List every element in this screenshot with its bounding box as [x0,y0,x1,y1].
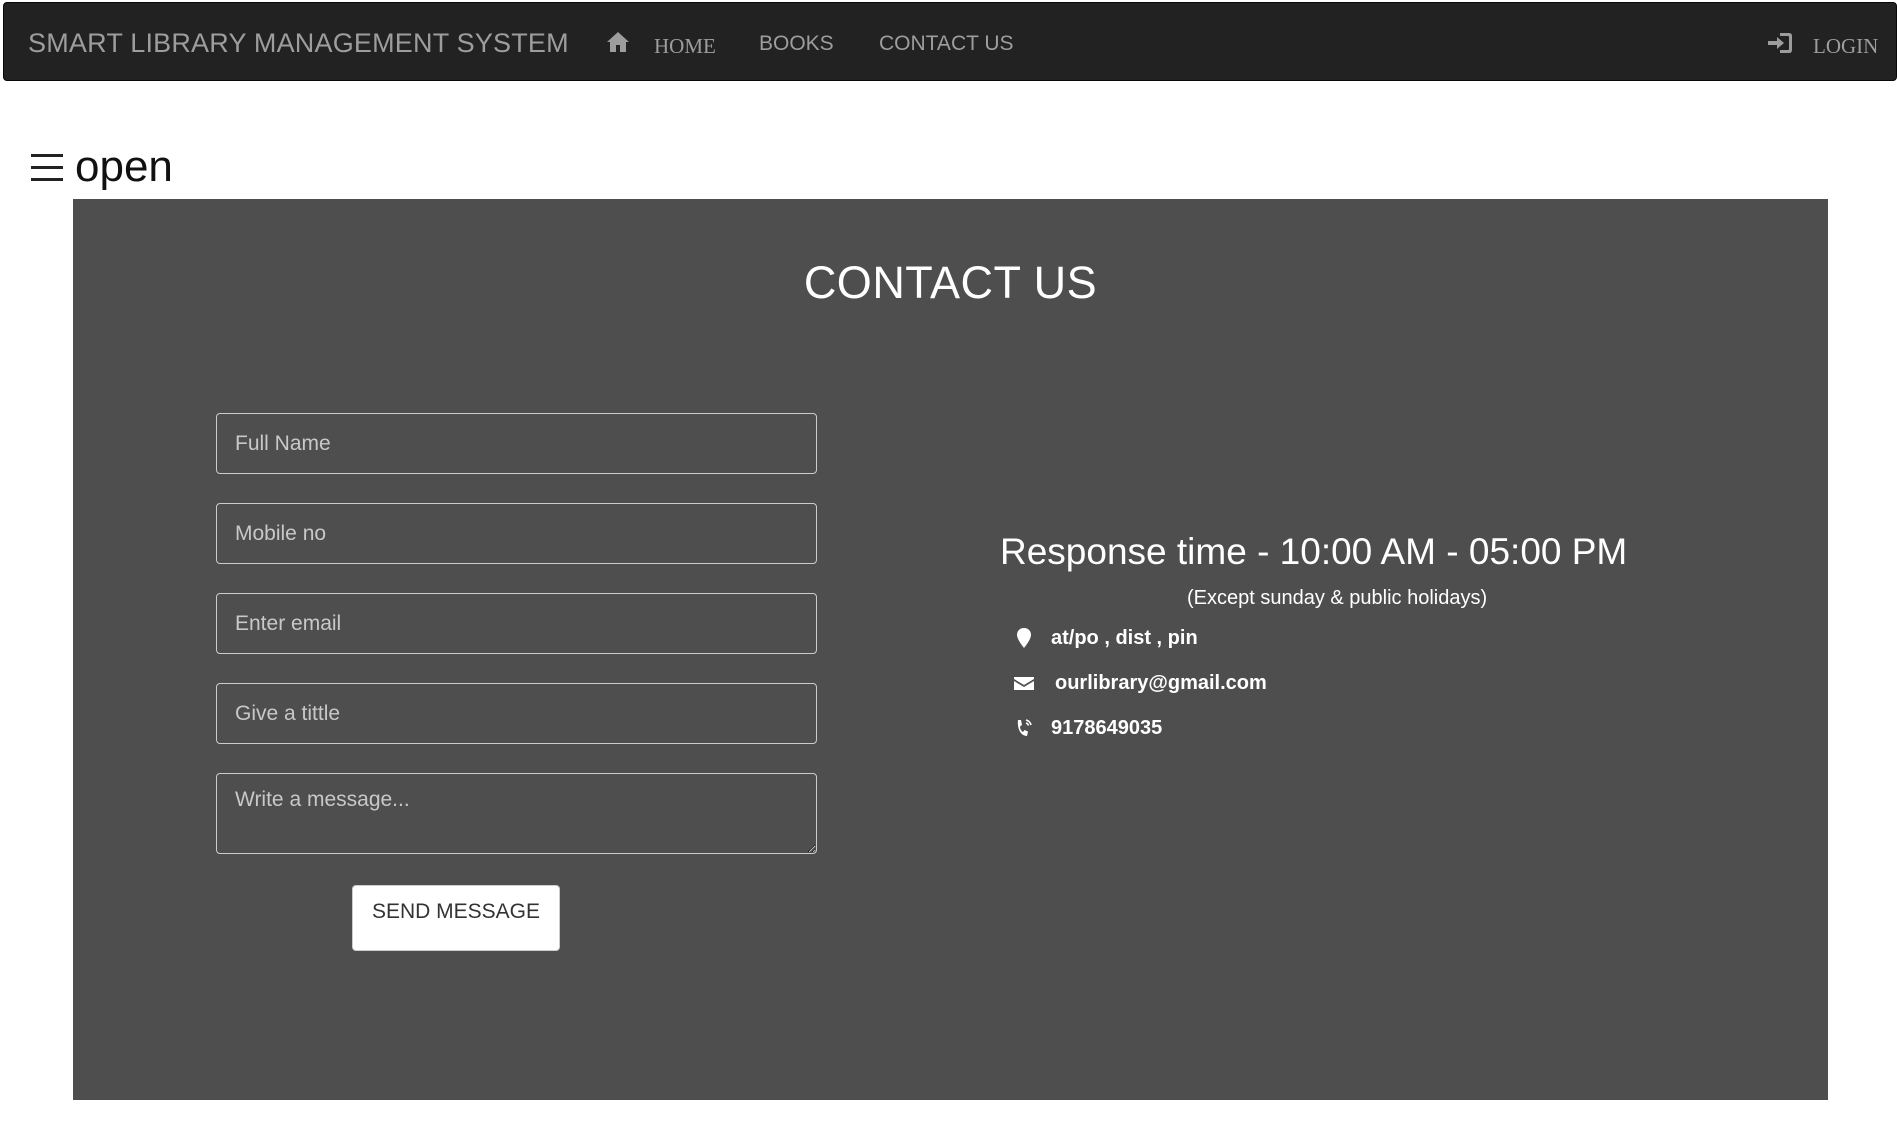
response-time-heading: Response time - 10:00 AM - 05:00 PM [1000,531,1628,572]
hamburger-icon [31,154,63,181]
sidebar-toggle-label: open [75,142,173,191]
map-marker-icon [1017,628,1031,648]
phone-row: 9178649035 [1013,715,1162,741]
contact-panel: CONTACT US SEND MESSAGE Response time - … [73,199,1828,1100]
address-text: at/po , dist , pin [1051,626,1198,649]
sidebar-open-toggle[interactable]: open [29,142,173,192]
navbar-brand[interactable]: SMART LIBRARY MANAGEMENT SYSTEM [28,28,569,59]
email-text: ourlibrary@gmail.com [1055,671,1267,694]
page-title: CONTACT US [803,257,1098,308]
send-message-button[interactable]: SEND MESSAGE [352,885,560,951]
login-icon [1768,33,1792,53]
message-textarea[interactable] [216,773,817,854]
phone-text: 9178649035 [1051,716,1163,739]
address-row: at/po , dist , pin [1013,625,1198,651]
phone-icon [1017,719,1032,736]
full-name-input[interactable] [216,413,817,474]
envelope-icon [1014,677,1034,690]
email-row: ourlibrary@gmail.com [1013,670,1267,696]
response-time-note: (Except sunday & public holidays) [1187,587,1488,609]
mobile-input[interactable] [216,503,817,564]
top-navbar: SMART LIBRARY MANAGEMENT SYSTEM HOME BOO… [3,2,1897,81]
nav-link-home-label: HOME [654,34,716,58]
title-input[interactable] [216,683,817,744]
nav-link-books[interactable]: BOOKS [759,32,834,56]
send-message-label: SEND MESSAGE [371,899,541,923]
email-input[interactable] [216,593,817,654]
home-icon [607,32,629,52]
nav-link-contact-us[interactable]: CONTACT US [879,32,1014,56]
nav-link-login-label: LOGIN [1813,34,1879,58]
